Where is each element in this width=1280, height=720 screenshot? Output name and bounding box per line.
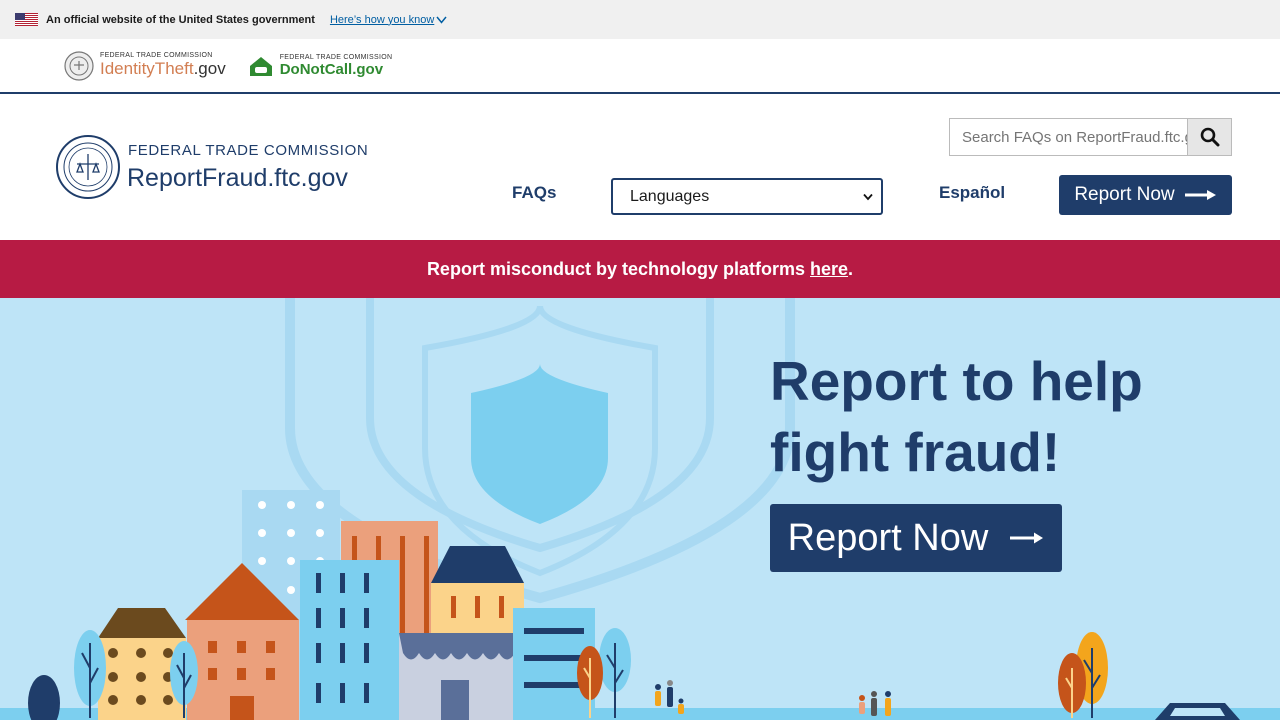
nav-espanol-link[interactable]: Español — [939, 183, 1005, 203]
donotcall-link[interactable]: FEDERAL TRADE COMMISSION DoNotCall.gov — [248, 54, 393, 78]
identitytheft-logo-text: IdentityTheft.gov — [100, 59, 226, 79]
hero-report-now-label: Report Now — [787, 516, 989, 559]
nav-faqs-link[interactable]: FAQs — [512, 183, 556, 203]
how-you-know-label: Here’s how you know — [329, 13, 435, 26]
identitytheft-link[interactable]: FEDERAL TRADE COMMISSION IdentityTheft.g… — [64, 50, 226, 81]
how-you-know-link[interactable]: Here’s how you know — [330, 14, 447, 26]
ftc-seal-icon — [64, 50, 94, 81]
languages-selected-value: Languages — [630, 187, 710, 205]
report-now-button[interactable]: Report Now — [1059, 175, 1232, 215]
house-phone-icon — [249, 56, 272, 76]
ftc-seal-icon[interactable] — [55, 134, 121, 200]
arrow-right-icon — [1010, 532, 1044, 544]
hero-title-line1: Report to help — [770, 350, 1143, 412]
identitytheft-name: IdentityTheft — [100, 59, 194, 78]
languages-select[interactable]: Languages — [611, 178, 883, 215]
report-now-label: Report Now — [1074, 184, 1175, 205]
donotcall-logo-text: DoNotCall.gov — [279, 60, 384, 78]
search-box — [949, 118, 1232, 156]
alert-text: Report misconduct by technology platform… — [426, 258, 805, 279]
search-input[interactable] — [950, 119, 1187, 155]
hero-report-now-button[interactable]: Report Now — [770, 504, 1062, 572]
shield-icon — [471, 364, 608, 524]
hero-title-line2: fight fraud! — [770, 421, 1061, 483]
donotcall-caption: FEDERAL TRADE COMMISSION — [279, 53, 393, 61]
chevron-down-icon — [436, 16, 447, 24]
alert-banner: Report misconduct by technology platform… — [0, 240, 1280, 298]
agency-name: FEDERAL TRADE COMMISSION — [128, 142, 369, 159]
site-header: FEDERAL TRADE COMMISSION ReportFraud.ftc… — [0, 94, 1280, 240]
partner-sites-bar: FEDERAL TRADE COMMISSION IdentityTheft.g… — [0, 39, 1280, 94]
alert-suffix: . — [848, 258, 854, 279]
hero-section: Report to help fight fraud! Report Now — [0, 298, 1280, 720]
site-name[interactable]: ReportFraud.ftc.gov — [127, 164, 348, 193]
gov-banner: An official website of the United States… — [0, 0, 1280, 39]
search-button[interactable] — [1187, 119, 1231, 155]
hero-title: Report to help fight fraud! — [770, 346, 1210, 488]
search-icon — [1200, 127, 1219, 147]
chevron-down-icon — [863, 193, 873, 200]
gov-banner-text: An official website of the United States… — [46, 13, 315, 26]
arrow-right-icon — [1184, 190, 1216, 200]
identitytheft-suffix: .gov — [193, 59, 226, 78]
identitytheft-caption: FEDERAL TRADE COMMISSION — [100, 52, 213, 59]
us-flag-icon — [15, 13, 38, 26]
alert-here-link[interactable]: here — [810, 259, 848, 280]
